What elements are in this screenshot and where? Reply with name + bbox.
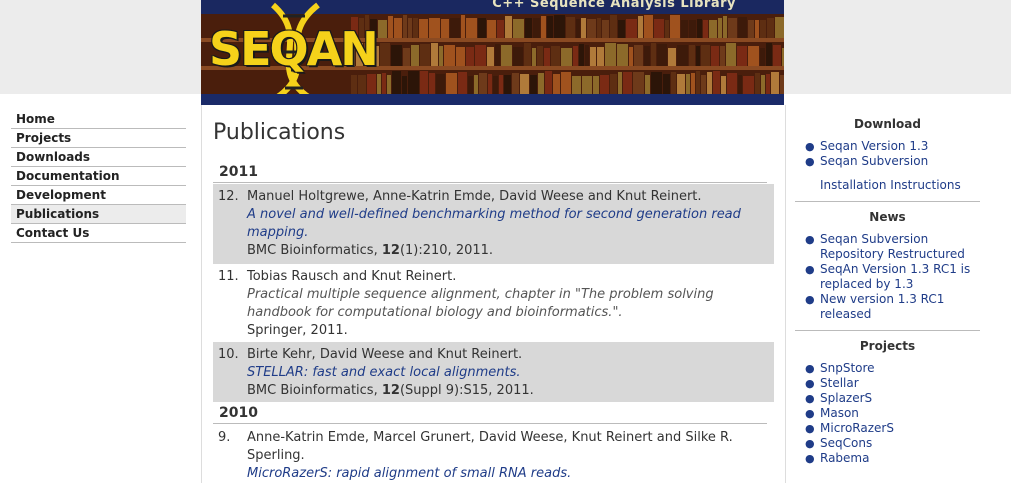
bullet-icon: ● bbox=[805, 392, 815, 405]
year-heading-2010: 2010 bbox=[219, 405, 258, 421]
publication-venue: BMC Bioinformatics, 12(1):210, 2011. bbox=[247, 243, 494, 258]
bullet-icon: ● bbox=[805, 437, 815, 450]
nav-item-publications[interactable]: Publications bbox=[11, 205, 186, 224]
publication-title-link[interactable]: MicroRazerS: rapid alignment of small RN… bbox=[247, 465, 764, 483]
banner-bottom-bar bbox=[201, 94, 784, 105]
nav-item-home[interactable]: Home bbox=[11, 110, 186, 129]
sidebar-list-item: ● SeqAn Version 1.3 RC1 is replaced by 1.… bbox=[795, 262, 980, 292]
bullet-icon: ● bbox=[805, 293, 815, 306]
sidebar-list-item: ● SnpStore bbox=[795, 361, 980, 376]
sidebar-link[interactable]: SeqCons bbox=[820, 436, 872, 450]
publication-number: 10. bbox=[218, 347, 239, 362]
seqan-logo[interactable]: SEQAN bbox=[209, 22, 379, 76]
bullet-icon: ● bbox=[805, 407, 815, 420]
publication-venue: Springer, 2011. bbox=[247, 323, 348, 338]
sidebar-link[interactable]: Seqan Subversion bbox=[820, 154, 928, 168]
nav-item-projects[interactable]: Projects bbox=[11, 129, 186, 148]
nav-item-documentation[interactable]: Documentation bbox=[11, 167, 186, 186]
banner-tagline: C++ Sequence Analysis Library bbox=[492, 0, 736, 11]
year-heading-2011: 2011 bbox=[219, 164, 258, 180]
publication-item: 11. Tobias Rausch and Knut Reinert. Prac… bbox=[213, 264, 774, 342]
projects-list: ● SnpStore ● Stellar ● SplazerS ● Mason ● MicroRa… bbox=[795, 361, 980, 466]
sidebar-link[interactable]: MicroRazerS bbox=[820, 421, 894, 435]
publication-authors: Manuel Holtgrewe, Anne-Katrin Emde, Davi… bbox=[247, 189, 702, 204]
installation-instructions-link[interactable]: Installation Instructions bbox=[795, 178, 980, 193]
publication-number: 12. bbox=[218, 189, 239, 204]
publication-venue: BMC Bioinformatics, 12(Suppl 9):S15, 201… bbox=[247, 383, 534, 398]
sidebar-link[interactable]: Mason bbox=[820, 406, 859, 420]
sidebar-link[interactable]: Rabema bbox=[820, 451, 869, 465]
bullet-icon: ● bbox=[805, 377, 815, 390]
sidebar-list-item: ● Seqan Version 1.3 bbox=[795, 139, 980, 154]
sidebar-list-item: ● Seqan Subversion Repository Restructure… bbox=[795, 232, 980, 262]
page-title: Publications bbox=[213, 120, 346, 145]
sidebar-list-item: ● New version 1.3 RC1 released bbox=[795, 292, 980, 322]
sidebar-list-item: ● Stellar bbox=[795, 376, 980, 391]
publication-item: 9. Anne-Katrin Emde, Marcel Grunert, Dav… bbox=[213, 425, 774, 485]
download-list: ● Seqan Version 1.3 ● Seqan Subversion bbox=[795, 139, 980, 169]
nav-item-contact-us[interactable]: Contact Us bbox=[11, 224, 186, 243]
sidebar-link[interactable]: Seqan Subversion Repository Restructured bbox=[820, 232, 965, 261]
sidebar-link[interactable]: Stellar bbox=[820, 376, 859, 390]
right-sidebar: Download ● Seqan Version 1.3 ● Seqan Subver… bbox=[795, 110, 980, 466]
sidebar-list-item: ● Seqan Subversion bbox=[795, 154, 980, 169]
bullet-icon: ● bbox=[805, 362, 815, 375]
bullet-icon: ● bbox=[805, 140, 815, 153]
main-content: Publications 2011 12. Manuel Holtgrewe, … bbox=[201, 105, 786, 483]
nav-item-development[interactable]: Development bbox=[11, 186, 186, 205]
bullet-icon: ● bbox=[805, 263, 815, 276]
sidebar-list-item: ● MicroRazerS bbox=[795, 421, 980, 436]
publication-title-link[interactable]: A novel and well-defined benchmarking me… bbox=[247, 206, 764, 242]
bullet-icon: ● bbox=[805, 452, 815, 465]
divider bbox=[795, 201, 980, 202]
download-heading: Download bbox=[854, 117, 921, 131]
sidebar-list-item: ● SplazerS bbox=[795, 391, 980, 406]
divider bbox=[795, 330, 980, 331]
sidebar-list-item: ● SeqCons bbox=[795, 436, 980, 451]
publication-title-link[interactable]: STELLAR: fast and exact local alignments… bbox=[247, 364, 764, 382]
publication-authors: Birte Kehr, David Weese and Knut Reinert… bbox=[247, 347, 523, 362]
left-navigation: Home Projects Downloads Documentation Develo… bbox=[11, 110, 186, 243]
publication-authors: Anne-Katrin Emde, Marcel Grunert, David … bbox=[247, 430, 733, 463]
sidebar-list-item: ● Mason bbox=[795, 406, 980, 421]
sidebar-link[interactable]: SplazerS bbox=[820, 391, 872, 405]
publication-number: 11. bbox=[218, 269, 239, 284]
publication-authors: Tobias Rausch and Knut Reinert. bbox=[247, 269, 457, 284]
bullet-icon: ● bbox=[805, 233, 815, 246]
sidebar-link[interactable]: Seqan Version 1.3 bbox=[820, 139, 928, 153]
sidebar-link[interactable]: New version 1.3 RC1 released bbox=[820, 292, 944, 321]
divider bbox=[213, 423, 767, 424]
sidebar-link[interactable]: SnpStore bbox=[820, 361, 875, 375]
sidebar-link[interactable]: SeqAn Version 1.3 RC1 is replaced by 1.3 bbox=[820, 262, 970, 291]
divider bbox=[213, 182, 767, 183]
projects-heading: Projects bbox=[859, 339, 916, 353]
publication-item: 12. Manuel Holtgrewe, Anne-Katrin Emde, … bbox=[213, 184, 774, 264]
site-banner: C++ Sequence Analysis Library SEQAN bbox=[201, 0, 784, 105]
bullet-icon: ● bbox=[805, 155, 815, 168]
publication-number: 9. bbox=[218, 430, 231, 445]
news-list: ● Seqan Subversion Repository Restructure… bbox=[795, 232, 980, 322]
sidebar-list-item: ● Rabema bbox=[795, 451, 980, 466]
news-heading: News bbox=[869, 210, 906, 224]
publication-title: Practical multiple sequence alignment, c… bbox=[247, 287, 714, 320]
bullet-icon: ● bbox=[805, 422, 815, 435]
publication-item: 10. Birte Kehr, David Weese and Knut Rei… bbox=[213, 342, 774, 402]
nav-item-downloads[interactable]: Downloads bbox=[11, 148, 186, 167]
